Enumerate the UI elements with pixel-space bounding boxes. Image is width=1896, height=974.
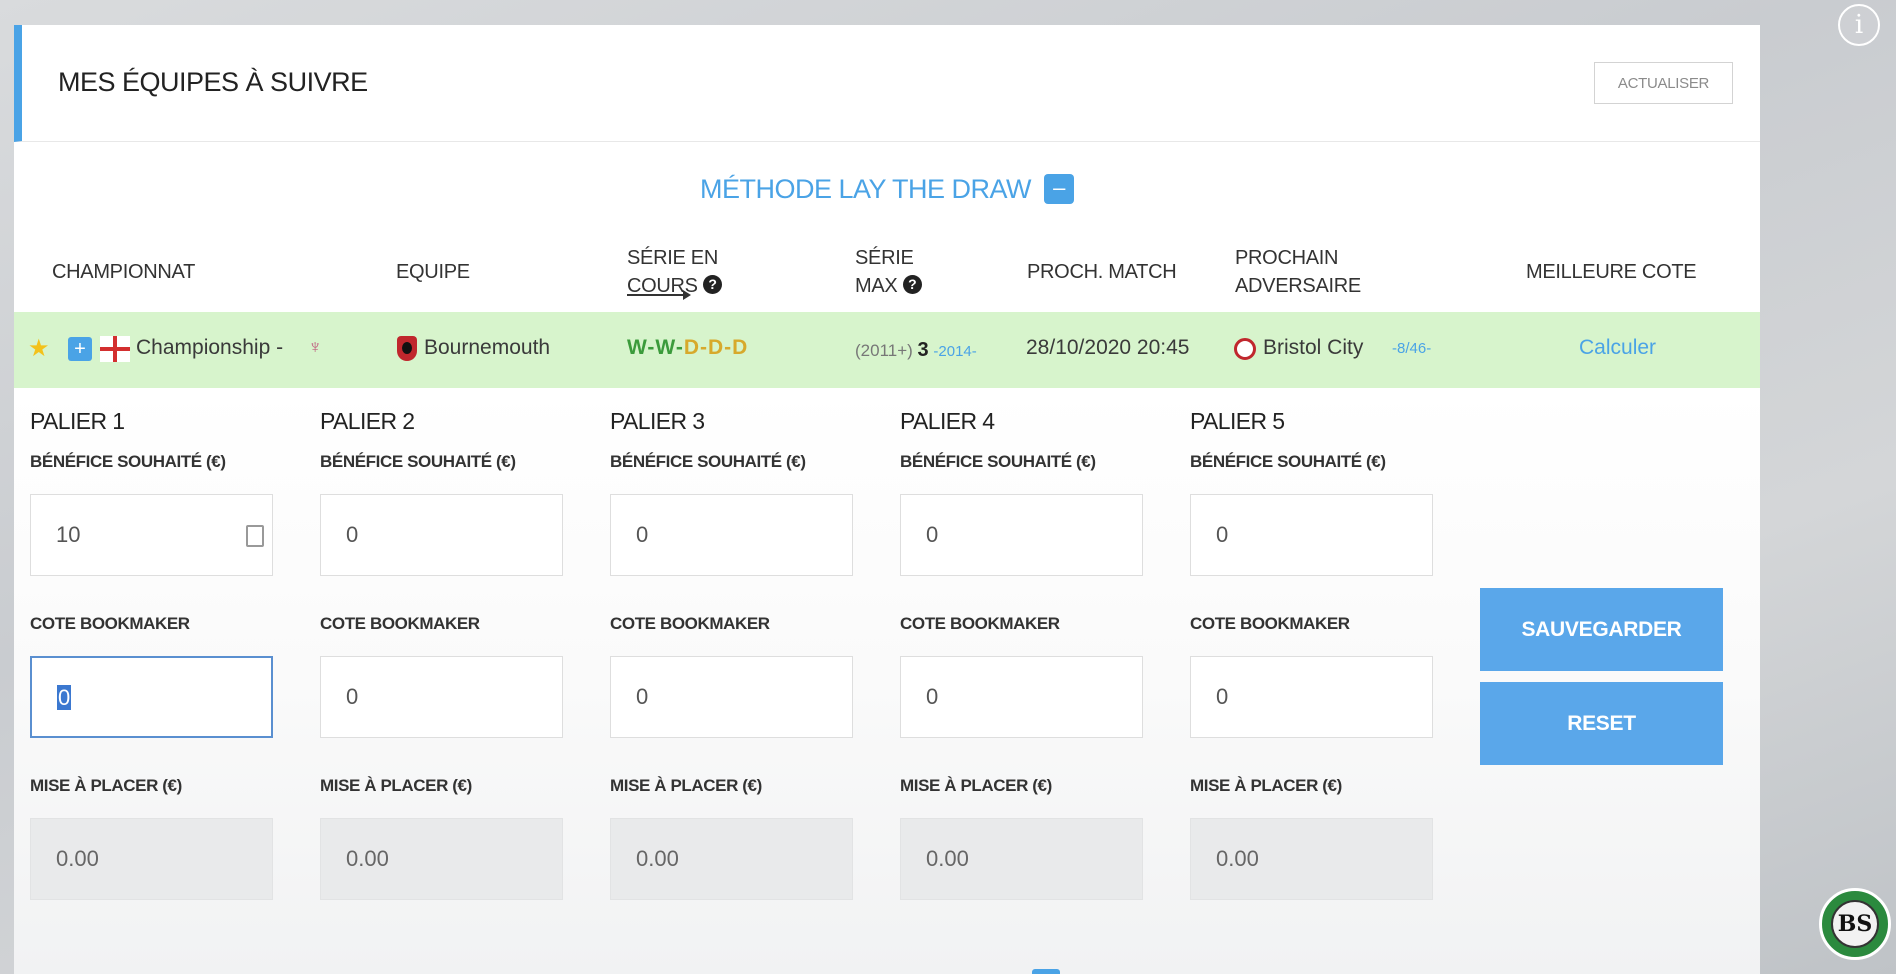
- serie-max-prefix: (2011+): [855, 341, 913, 360]
- form-result: W: [655, 336, 676, 359]
- sort-arrow-icon: [627, 290, 691, 300]
- opponent-name[interactable]: Bristol City: [1263, 336, 1363, 360]
- trophy-icon: ♆: [308, 337, 323, 358]
- channel-logo: BS: [1819, 888, 1891, 960]
- mise-output: 0.00: [320, 818, 563, 900]
- form-sep: -: [699, 336, 708, 359]
- form-sep: -: [724, 336, 733, 359]
- cote-value: 0: [57, 685, 72, 710]
- benefice-label: BÉNÉFICE SOUHAITÉ (€): [900, 452, 1096, 471]
- serie-max-number: 3: [917, 339, 929, 361]
- logo-monogram: BS: [1831, 900, 1879, 948]
- cote-input[interactable]: 0: [30, 656, 273, 738]
- calculator-icon[interactable]: [246, 525, 264, 547]
- cote-input[interactable]: 0: [900, 656, 1143, 738]
- col-meilleure-cote[interactable]: MEILLEURE COTE: [1526, 258, 1697, 286]
- form-result: D: [707, 336, 725, 359]
- mise-output: 0.00: [900, 818, 1143, 900]
- col-equipe[interactable]: EQUIPE: [396, 258, 470, 286]
- col-prochain-adversaire[interactable]: PROCHAIN ADVERSAIRE: [1235, 244, 1361, 300]
- tier-title: PALIER 2: [320, 408, 415, 434]
- next-match-date: 28/10/2020 20:45: [1026, 336, 1190, 359]
- pagination-indicator: [1032, 969, 1060, 974]
- reset-button[interactable]: RESET: [1480, 682, 1723, 765]
- cote-label: COTE BOOKMAKER: [320, 614, 480, 633]
- tier-title: PALIER 1: [30, 408, 125, 434]
- cote-label: COTE BOOKMAKER: [900, 614, 1060, 633]
- cote-label: COTE BOOKMAKER: [30, 614, 190, 633]
- benefice-value: 10: [56, 522, 81, 547]
- mise-output: 0.00: [1190, 818, 1433, 900]
- collapse-toggle-icon[interactable]: –: [1044, 173, 1075, 204]
- opponent-rank: -8/46-: [1392, 340, 1432, 357]
- cote-input[interactable]: 0: [610, 656, 853, 738]
- mise-label: MISE À PLACER (€): [900, 776, 1052, 795]
- mise-label: MISE À PLACER (€): [320, 776, 472, 795]
- benefice-input[interactable]: 10: [30, 494, 273, 576]
- save-button[interactable]: SAUVEGARDER: [1480, 588, 1723, 671]
- col-prochain-adversaire-l1: PROCHAIN: [1235, 247, 1339, 269]
- tier-title: PALIER 4: [900, 408, 995, 434]
- col-proch-match[interactable]: PROCH. MATCH: [1027, 258, 1177, 286]
- staking-form: PALIER 1 BÉNÉFICE SOUHAITÉ (€) 10 COTE B…: [14, 388, 1760, 974]
- method-title-wrap: MÉTHODE LAY THE DRAW –: [14, 173, 1760, 206]
- club-crest-icon: [397, 336, 417, 361]
- cote-label: COTE BOOKMAKER: [1190, 614, 1350, 633]
- benefice-label: BÉNÉFICE SOUHAITÉ (€): [30, 452, 226, 471]
- method-title: MÉTHODE LAY THE DRAW: [699, 174, 1032, 204]
- cote-input[interactable]: 0: [320, 656, 563, 738]
- page-title: MES ÉQUIPES À SUIVRE: [58, 67, 368, 97]
- benefice-label: BÉNÉFICE SOUHAITÉ (€): [610, 452, 806, 471]
- expand-icon[interactable]: +: [68, 337, 92, 361]
- teams-panel: MES ÉQUIPES À SUIVRE ACTUALISER MÉTHODE …: [14, 25, 1760, 974]
- col-championnat[interactable]: CHAMPIONNAT: [52, 258, 195, 286]
- col-prochain-adversaire-l2: ADVERSAIRE: [1235, 275, 1361, 297]
- col-serie-en-cours[interactable]: SÉRIE EN COURS ?: [627, 244, 722, 300]
- mise-label: MISE À PLACER (€): [610, 776, 762, 795]
- info-icon[interactable]: i: [1838, 4, 1880, 46]
- benefice-input[interactable]: 0: [320, 494, 563, 576]
- calculate-link[interactable]: Calculer: [1579, 336, 1656, 360]
- benefice-label: BÉNÉFICE SOUHAITÉ (€): [1190, 452, 1386, 471]
- mise-output: 0.00: [30, 818, 273, 900]
- mise-label: MISE À PLACER (€): [1190, 776, 1342, 795]
- help-icon[interactable]: ?: [902, 275, 922, 295]
- tier-title: PALIER 5: [1190, 408, 1285, 434]
- cote-input[interactable]: 0: [1190, 656, 1433, 738]
- col-serie-max-l2: MAX: [855, 275, 898, 297]
- help-icon[interactable]: ?: [703, 275, 722, 295]
- star-icon[interactable]: ★: [28, 334, 50, 363]
- serie-max-value: (2011+) 3 -2014-: [855, 339, 977, 362]
- col-serie-en-cours-l1: SÉRIE EN: [627, 247, 718, 269]
- cote-label: COTE BOOKMAKER: [610, 614, 770, 633]
- league-name: Championship -: [136, 336, 284, 359]
- table-header: CHAMPIONNAT EQUIPE SÉRIE EN COURS ? SÉRI…: [14, 222, 1760, 312]
- form-result: D: [732, 336, 749, 359]
- current-form: W-W-D-D-D: [627, 336, 748, 360]
- table-row[interactable]: ★ + Championship - ♆ Bournemouth W-W-D-D…: [14, 312, 1760, 388]
- opponent-crest-icon: [1234, 338, 1256, 360]
- benefice-input[interactable]: 0: [900, 494, 1143, 576]
- col-serie-max-l1: SÉRIE: [855, 247, 914, 269]
- form-sep: -: [675, 336, 684, 359]
- team-name[interactable]: Bournemouth: [424, 336, 550, 360]
- england-flag-icon: [100, 336, 130, 362]
- refresh-button[interactable]: ACTUALISER: [1594, 62, 1733, 104]
- benefice-input[interactable]: 0: [1190, 494, 1433, 576]
- form-result: W: [627, 336, 648, 359]
- method-section-header: MÉTHODE LAY THE DRAW –: [14, 142, 1760, 222]
- panel-header: MES ÉQUIPES À SUIVRE ACTUALISER: [14, 25, 1760, 142]
- form-result: D: [683, 336, 700, 359]
- benefice-input[interactable]: 0: [610, 494, 853, 576]
- tier-title: PALIER 3: [610, 408, 705, 434]
- benefice-label: BÉNÉFICE SOUHAITÉ (€): [320, 452, 516, 471]
- col-serie-max[interactable]: SÉRIE MAX ?: [855, 244, 922, 300]
- mise-output: 0.00: [610, 818, 853, 900]
- mise-label: MISE À PLACER (€): [30, 776, 182, 795]
- serie-max-year: -2014-: [933, 343, 977, 360]
